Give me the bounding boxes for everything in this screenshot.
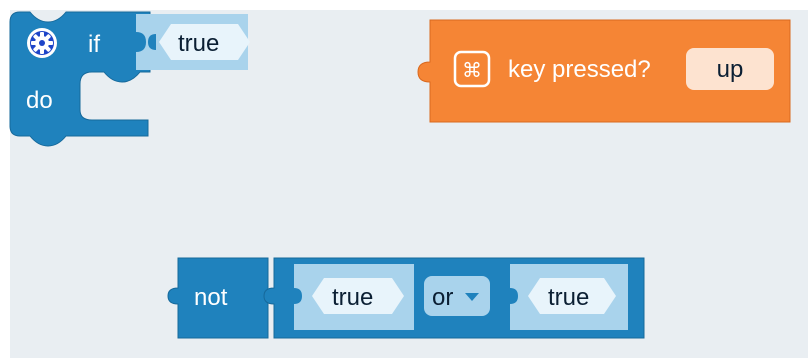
not-label: not (194, 284, 228, 311)
condition-true-label: true (178, 30, 219, 57)
gear-icon[interactable] (27, 28, 57, 58)
key-value: up (717, 56, 744, 83)
key-pressed-label: key pressed? (508, 56, 651, 83)
or-left-true-label: true (332, 284, 373, 311)
if-label: if (88, 31, 100, 58)
svg-text:⌘: ⌘ (462, 58, 482, 82)
or-right-true-label: true (548, 284, 589, 311)
do-label: do (26, 87, 53, 114)
operator-label: or (432, 284, 453, 311)
blocks-canvas: if true do ⌘ key pressed? up not true or (9, 11, 791, 339)
